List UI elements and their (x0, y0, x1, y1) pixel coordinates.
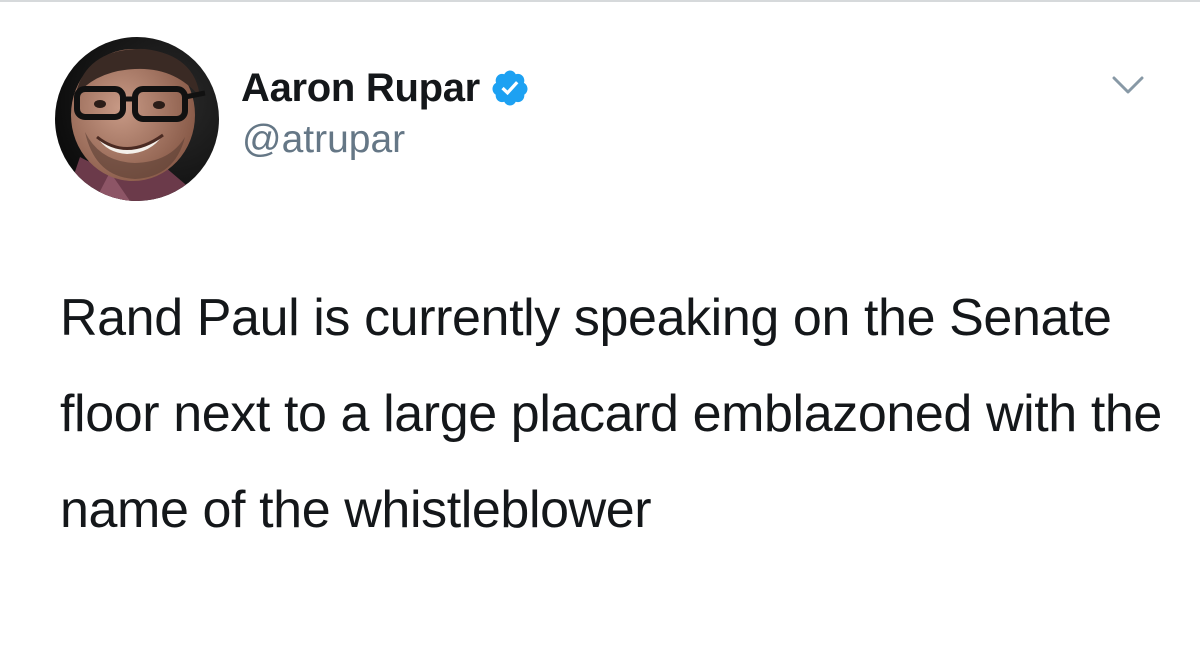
author-display-name[interactable]: Aaron Rupar (241, 66, 480, 111)
avatar-photo-icon (55, 37, 219, 201)
top-divider (0, 0, 1200, 2)
author-handle[interactable]: @atrupar (242, 118, 405, 162)
tweet-menu-button[interactable] (1104, 68, 1152, 104)
tweet-card: Aaron Rupar @atrupar Rand Paul is curren… (0, 0, 1200, 652)
verified-badge-icon (490, 68, 530, 108)
author-name-row: Aaron Rupar (241, 64, 530, 112)
author-avatar[interactable] (55, 37, 219, 201)
tweet-text: Rand Paul is currently speaking on the S… (60, 289, 1162, 539)
chevron-down-icon (1112, 76, 1144, 94)
